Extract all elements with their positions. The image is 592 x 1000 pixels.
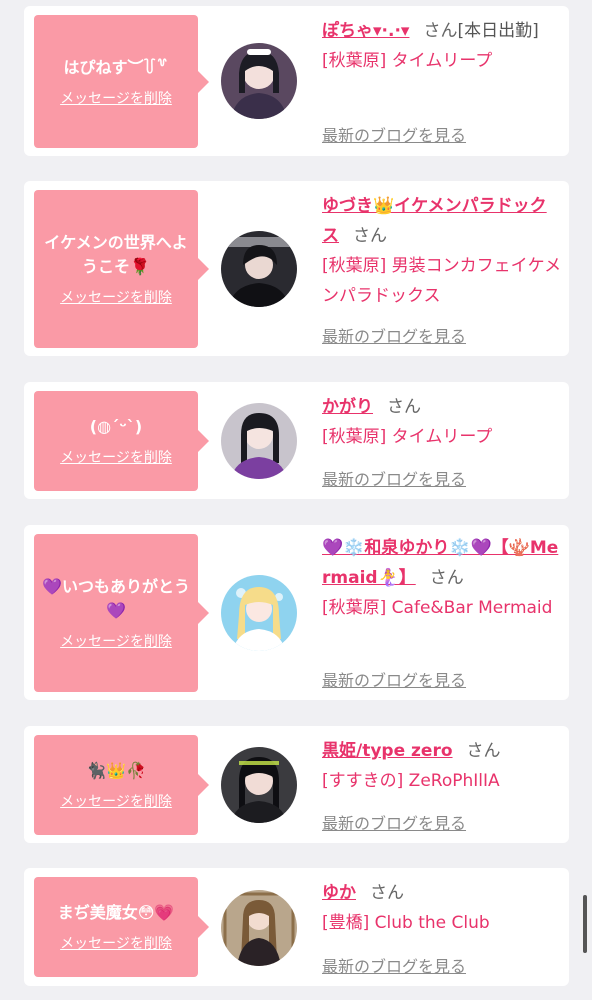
avatar[interactable] (221, 747, 297, 823)
cast-info: 黒姫/type zero さん [すすきの] ZeRoPhIlIA (322, 736, 562, 796)
cast-name-line: ゆか さん (322, 878, 562, 908)
shop-place: [秋葉原] 男装コンカフェイケメンパラドックス (322, 256, 562, 306)
cast-info: 💜❄️和泉ゆかり❄️💜【🪸Mermaid🧜‍♀️】 さん [秋葉原] Cafe&B… (322, 533, 562, 623)
avatar-icon (221, 403, 297, 479)
cast-name-line: 💜❄️和泉ゆかり❄️💜【🪸Mermaid🧜‍♀️】 さん (322, 533, 562, 593)
message-card: 💜いつもありがとう💜 メッセージを削除 💜❄️和泉ゆかり❄️💜【🪸Mermaid… (24, 525, 569, 700)
name-suffix: [本日出勤] (457, 21, 539, 41)
message-bubble: 💜いつもありがとう💜 メッセージを削除 (34, 534, 209, 692)
latest-blog-link[interactable]: 最新のブログを見る (322, 953, 466, 977)
avatar[interactable] (221, 575, 297, 651)
bubble-tail (197, 915, 209, 939)
bubble-tail (197, 429, 209, 453)
shop-place: [秋葉原] タイムリープ (322, 427, 493, 447)
bubble-tail (197, 601, 209, 625)
delete-message-link[interactable]: メッセージを削除 (60, 933, 172, 953)
delete-message-link[interactable]: メッセージを削除 (60, 88, 172, 108)
message-text: イケメンの世界へようこそ🌹 (44, 233, 188, 276)
shop-place: [秋葉原] Cafe&Bar Mermaid (322, 598, 553, 618)
message-bubble: はぴねす︶꒦꒷ メッセージを削除 (34, 15, 209, 148)
avatar-icon (221, 890, 297, 966)
cast-name-link[interactable]: ゆか (322, 883, 356, 903)
message-bubble: イケメンの世界へようこそ🌹 メッセージを削除 (34, 190, 209, 348)
message-text: 🐈‍⬛👑🥀 (86, 761, 146, 780)
cast-name-line: 黒姫/type zero さん (322, 736, 562, 766)
latest-blog-link[interactable]: 最新のブログを見る (322, 810, 466, 834)
message-bubble: 🐈‍⬛👑🥀 メッセージを削除 (34, 735, 209, 835)
message-card: はぴねす︶꒦꒷ メッセージを削除 ぽちゃ▾·.·▾ さん[本日出勤] [秋葉原] … (24, 6, 569, 156)
honorific: さん (353, 226, 387, 246)
latest-blog-link[interactable]: 最新のブログを見る (322, 667, 466, 691)
message-text: はぴねす︶꒦꒷ (63, 57, 169, 77)
shop-place: [すすきの] ZeRoPhIlIA (322, 771, 500, 791)
avatar-icon (221, 43, 297, 119)
cast-info: かがり さん [秋葉原] タイムリープ (322, 392, 562, 452)
bubble-tail (197, 773, 209, 797)
cast-name-link[interactable]: 黒姫/type zero (322, 741, 453, 761)
cast-name-link[interactable]: ぽちゃ▾·.·▾ (322, 21, 409, 41)
message-card: 🐈‍⬛👑🥀 メッセージを削除 黒姫/type zero さん [すすきの] ZeR… (24, 726, 569, 843)
bubble-tail (197, 257, 209, 281)
avatar-icon (221, 231, 297, 307)
message-bubble: (◍ˊᵕˋ) メッセージを削除 (34, 391, 209, 491)
message-text: (◍ˊᵕˋ) (89, 417, 143, 436)
avatar-icon (221, 747, 297, 823)
cast-info: ぽちゃ▾·.·▾ さん[本日出勤] [秋葉原] タイムリープ (322, 16, 562, 76)
cast-info: ゆか さん [豊橋] Club the Club (322, 878, 562, 938)
message-text: まぢ美魔女😳💗 (57, 903, 175, 922)
avatar[interactable] (221, 43, 297, 119)
avatar[interactable] (221, 403, 297, 479)
scrollbar[interactable] (583, 895, 587, 953)
avatar-icon (221, 575, 297, 651)
cast-name-line: かがり さん (322, 392, 562, 422)
delete-message-link[interactable]: メッセージを削除 (60, 631, 172, 651)
cast-info: ゆづき👑イケメンパラドックス さん [秋葉原] 男装コンカフェイケメンパラドックス (322, 191, 562, 311)
honorific: さん (387, 397, 421, 417)
cast-name-line: ぽちゃ▾·.·▾ さん[本日出勤] (322, 16, 562, 46)
honorific: さん (466, 741, 501, 761)
avatar[interactable] (221, 231, 297, 307)
honorific: さん (429, 568, 464, 588)
latest-blog-link[interactable]: 最新のブログを見る (322, 323, 466, 347)
message-text: 💜いつもありがとう💜 (42, 577, 190, 620)
shop-place: [豊橋] Club the Club (322, 913, 490, 933)
latest-blog-link[interactable]: 最新のブログを見る (322, 122, 466, 146)
delete-message-link[interactable]: メッセージを削除 (60, 791, 172, 811)
message-card: まぢ美魔女😳💗 メッセージを削除 ゆか さん [豊橋] Club the Club… (24, 868, 569, 986)
avatar[interactable] (221, 890, 297, 966)
delete-message-link[interactable]: メッセージを削除 (60, 287, 172, 307)
shop-place: [秋葉原] タイムリープ (322, 51, 493, 71)
cast-name-line: ゆづき👑イケメンパラドックス さん (322, 191, 562, 251)
cast-name-link[interactable]: かがり (322, 397, 373, 417)
honorific: さん (423, 21, 458, 41)
latest-blog-link[interactable]: 最新のブログを見る (322, 466, 466, 490)
honorific: さん (370, 883, 404, 903)
message-bubble: まぢ美魔女😳💗 メッセージを削除 (34, 877, 209, 977)
delete-message-link[interactable]: メッセージを削除 (60, 447, 172, 467)
message-card: イケメンの世界へようこそ🌹 メッセージを削除 ゆづき👑イケメンパラドックス さん … (24, 181, 569, 356)
bubble-tail (197, 69, 209, 94)
message-card: (◍ˊᵕˋ) メッセージを削除 かがり さん [秋葉原] タイムリープ 最新のブロ… (24, 382, 569, 499)
